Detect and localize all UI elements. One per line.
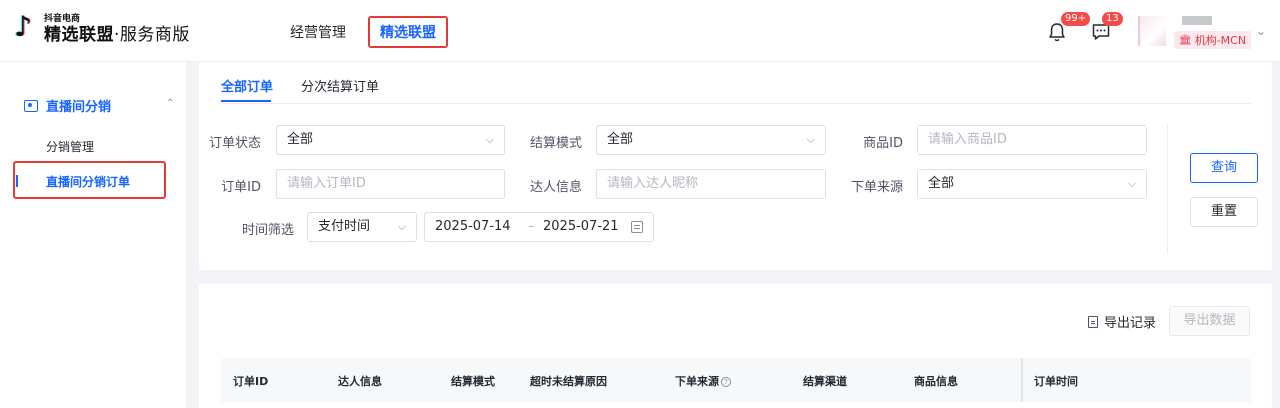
sidebar-item-distribution-management[interactable]: 分销管理 [46, 138, 94, 155]
nav-business-management[interactable]: 经营管理 [276, 16, 360, 48]
douyin-logo-icon: ♪ ♪ ♪ [13, 10, 33, 43]
top-nav: 经营管理 精选联盟 [276, 16, 448, 48]
chevron-down-icon[interactable]: ⌄ [1256, 24, 1266, 38]
time-type-select[interactable]: 支付时间 ⌵ [307, 212, 417, 242]
order-table-panel: 导出记录 导出数据 订单ID 达人信息 结算模式 超时未结算原因 下单来源? 结… [199, 284, 1272, 408]
settle-mode-select[interactable]: 全部 ⌵ [596, 125, 826, 155]
chevron-down-icon: ⌵ [1127, 177, 1136, 190]
org-type-tag: 🏛 机构-MCN [1174, 31, 1252, 49]
divider [1167, 124, 1168, 254]
highlight-box [13, 161, 166, 199]
time-filter-label: 时间筛选 [241, 223, 294, 238]
reset-button[interactable]: 重置 [1190, 197, 1258, 227]
order-id-label: 订单ID [221, 180, 261, 195]
chevron-up-icon[interactable]: ⌃ [166, 98, 174, 109]
message-badge: 13 [1102, 12, 1123, 26]
top-header: ♪ ♪ ♪ 抖音电商 精选联盟·服务商版 经营管理 精选联盟 99+ 13 🏛 机构… [0, 0, 1280, 62]
col-order-source: 下单来源? [675, 373, 731, 389]
filter-panel: 全部订单 分次结算订单 订单状态 全部 ⌵ 结算模式 全部 ⌵ 商品ID 请输入… [199, 62, 1272, 270]
sidebar: 直播间分销 ⌃ 分销管理 直播间分销订单 [0, 62, 186, 408]
talent-nickname-input[interactable]: 请输入达人昵称 [596, 169, 826, 199]
query-button[interactable]: 查询 [1190, 153, 1258, 183]
sidebar-group-live-distribution[interactable]: 直播间分销 [24, 96, 111, 115]
notification-badge: 99+ [1061, 12, 1091, 26]
table-header: 订单ID 达人信息 结算模式 超时未结算原因 下单来源? 结算渠道 商品信息 订… [221, 358, 1251, 402]
order-source-select[interactable]: 全部 ⌵ [917, 169, 1147, 199]
chevron-down-icon: ⌵ [806, 133, 815, 146]
export-data-button[interactable]: 导出数据 [1169, 306, 1250, 336]
tab-split-settlement-orders[interactable]: 分次结算订单 [301, 76, 379, 95]
tab-all-orders[interactable]: 全部订单 [221, 76, 273, 95]
col-settle-mode: 结算模式 [451, 375, 495, 388]
logo[interactable]: ♪ ♪ ♪ 抖音电商 精选联盟·服务商版 [13, 10, 190, 46]
fixed-column-shadow [1021, 358, 1024, 402]
order-status-select[interactable]: 全部 ⌵ [276, 125, 505, 155]
col-timeout-reason: 超时未结算原因 [530, 375, 607, 388]
col-product-info: 商品信息 [914, 375, 958, 388]
start-date: 2025-07-14 [435, 219, 511, 234]
order-source-label: 下单来源 [850, 180, 903, 195]
col-talent-info: 达人信息 [338, 375, 382, 388]
document-icon [1088, 315, 1098, 328]
export-records-link[interactable]: 导出记录 [1088, 312, 1156, 331]
avatar[interactable] [1138, 16, 1166, 46]
institution-icon: 🏛 [1179, 34, 1192, 46]
help-icon[interactable]: ? [721, 377, 731, 387]
bell-icon[interactable] [1048, 22, 1066, 42]
tab-active-underline [221, 100, 271, 102]
user-name-blurred [1182, 16, 1212, 25]
logo-title: 精选联盟·服务商版 [44, 24, 190, 45]
product-id-label: 商品ID [863, 136, 903, 151]
end-date: 2025-07-21 [543, 219, 619, 234]
order-status-label: 订单状态 [208, 136, 261, 151]
user-info[interactable]: 🏛 机构-MCN [1174, 16, 1252, 49]
col-order-time: 订单时间 [1034, 375, 1078, 388]
calendar-icon [631, 221, 643, 233]
logo-subtitle: 抖音电商 [44, 13, 81, 24]
product-id-input[interactable]: 请输入商品ID [917, 125, 1147, 155]
order-id-input[interactable]: 请输入订单ID [276, 169, 505, 199]
chevron-down-icon: ⌵ [485, 133, 494, 146]
live-room-icon [24, 99, 38, 112]
talent-info-label: 达人信息 [529, 180, 582, 195]
order-tabs: 全部订单 分次结算订单 [221, 62, 1251, 104]
col-settle-channel: 结算渠道 [803, 375, 847, 388]
col-order-id: 订单ID [233, 375, 269, 388]
settle-mode-label: 结算模式 [529, 136, 582, 151]
nav-selected-alliance[interactable]: 精选联盟 [368, 16, 448, 48]
chevron-down-icon: ⌵ [397, 220, 406, 233]
date-range-picker[interactable]: 2025-07-14 – 2025-07-21 [424, 212, 654, 242]
